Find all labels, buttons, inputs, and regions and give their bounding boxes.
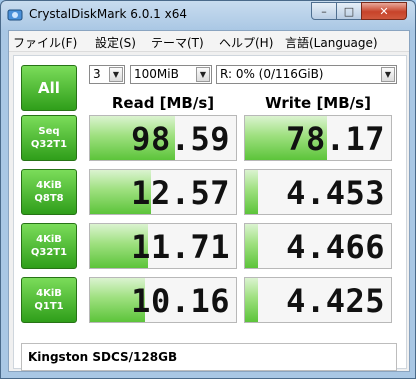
row-label-line1: 4KiB	[36, 180, 62, 191]
read-value: 12.57	[131, 174, 230, 212]
read-value: 98.59	[131, 120, 230, 158]
write-result-cell: 4.425	[244, 277, 392, 323]
run-all-button[interactable]: All	[21, 65, 77, 111]
4kib-q8t8-button[interactable]: 4KiB Q8T8	[21, 169, 77, 215]
read-value: 11.71	[131, 228, 230, 266]
drive-value: R: 0% (0/116GiB)	[220, 67, 324, 81]
row-label-line2: Q32T1	[30, 247, 68, 258]
menu-file[interactable]: ファイル(F)	[13, 34, 77, 51]
write-value: 4.453	[286, 174, 385, 212]
4kib-q32t1-button[interactable]: 4KiB Q32T1	[21, 223, 77, 269]
write-header: Write [MB/s]	[265, 94, 371, 112]
menu-theme[interactable]: テーマ(T)	[151, 34, 204, 51]
row-label-line1: 4KiB	[36, 288, 62, 299]
row-label-line2: Q8T8	[34, 193, 64, 204]
title-bar[interactable]: CrystalDiskMark 6.0.1 x64 – □ ✕	[1, 1, 415, 29]
close-button[interactable]: ✕	[361, 2, 407, 20]
close-icon: ✕	[379, 4, 389, 18]
test-count-select[interactable]: 3 ▼	[89, 65, 125, 84]
client-area: ファイル(F) 設定(S) テーマ(T) ヘルプ(H) 言語(Language)…	[8, 30, 410, 372]
write-result-cell: 4.453	[244, 169, 392, 215]
minimize-icon: –	[321, 4, 327, 18]
test-size-value: 100MiB	[134, 67, 179, 81]
drive-select[interactable]: R: 0% (0/116GiB) ▼	[216, 65, 397, 84]
app-icon	[7, 9, 23, 21]
read-result-cell: 98.59	[89, 115, 237, 161]
row-label-line2: Q32T1	[30, 139, 68, 150]
row-label-line1: Seq	[38, 126, 60, 137]
read-value: 10.16	[131, 282, 230, 320]
read-header: Read [MB/s]	[111, 94, 215, 112]
comment-field[interactable]: Kingston SDCS/128GB	[21, 343, 397, 371]
chevron-down-icon: ▼	[196, 67, 210, 82]
menu-help[interactable]: ヘルプ(H)	[219, 34, 273, 51]
test-size-select[interactable]: 100MiB ▼	[130, 65, 212, 84]
maximize-button[interactable]: □	[336, 2, 362, 20]
read-result-cell: 12.57	[89, 169, 237, 215]
window-title: CrystalDiskMark 6.0.1 x64	[29, 7, 187, 21]
menu-settings[interactable]: 設定(S)	[95, 34, 136, 51]
write-value: 78.17	[286, 120, 385, 158]
write-result-cell: 78.17	[244, 115, 392, 161]
write-bar	[245, 170, 259, 214]
comment-text: Kingston SDCS/128GB	[28, 350, 178, 364]
write-bar	[245, 278, 259, 322]
row-label-line2: Q1T1	[34, 301, 64, 312]
write-value: 4.466	[286, 228, 385, 266]
chevron-down-icon: ▼	[109, 67, 123, 82]
read-result-cell: 10.16	[89, 277, 237, 323]
write-bar	[245, 224, 259, 268]
maximize-icon: □	[343, 4, 355, 18]
4kib-q1t1-button[interactable]: 4KiB Q1T1	[21, 277, 77, 323]
read-result-cell: 11.71	[89, 223, 237, 269]
seq-q32t1-button[interactable]: Seq Q32T1	[21, 115, 77, 161]
test-count-value: 3	[93, 67, 101, 81]
menu-bar: ファイル(F) 設定(S) テーマ(T) ヘルプ(H) 言語(Language)	[9, 31, 409, 52]
row-label-line1: 4KiB	[36, 234, 62, 245]
app-window: CrystalDiskMark 6.0.1 x64 – □ ✕ ファイル(F) …	[0, 0, 416, 379]
menu-language[interactable]: 言語(Language)	[285, 34, 378, 51]
minimize-button[interactable]: –	[311, 2, 337, 20]
write-value: 4.425	[286, 282, 385, 320]
chevron-down-icon: ▼	[381, 67, 395, 82]
write-result-cell: 4.466	[244, 223, 392, 269]
